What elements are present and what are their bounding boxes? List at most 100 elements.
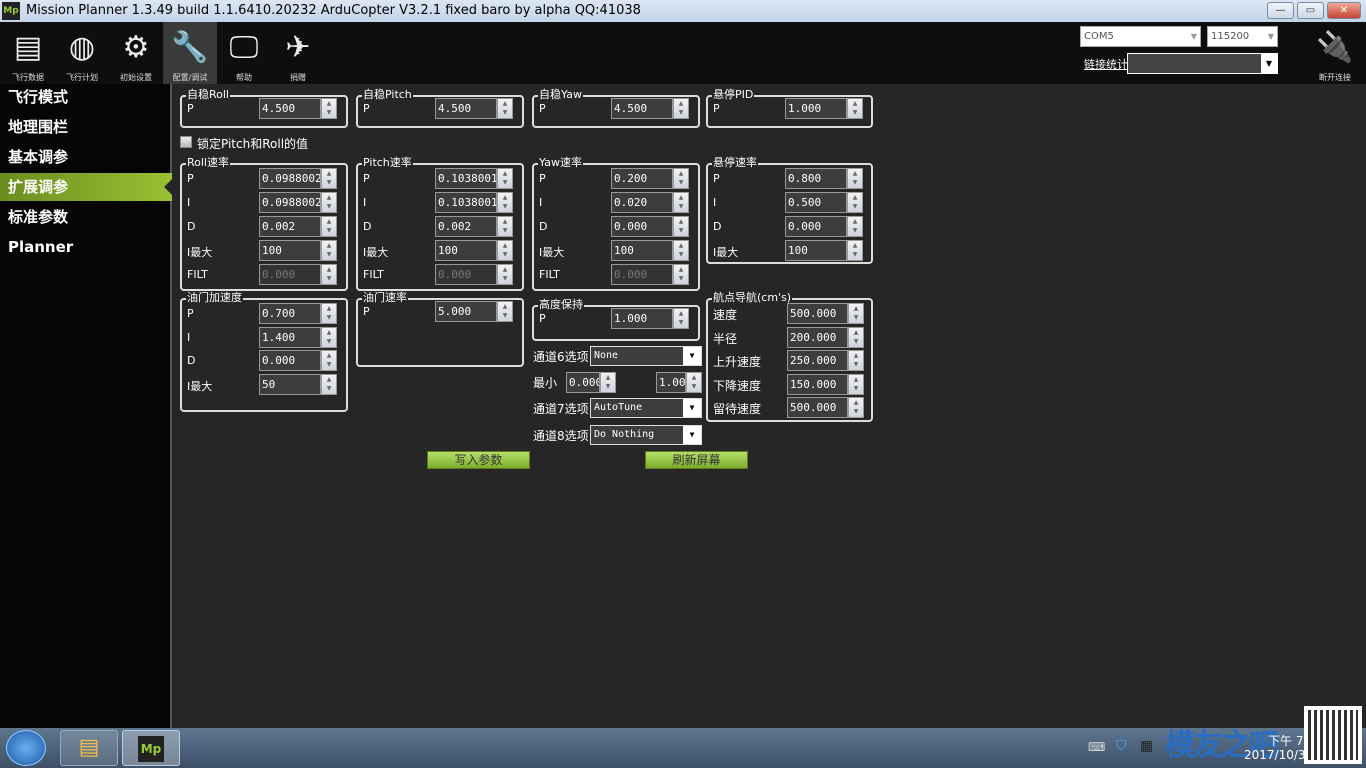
param-spinner[interactable]: ▲ ▼ bbox=[321, 350, 337, 371]
sidebar-item-4[interactable]: 标准参数 bbox=[0, 203, 172, 231]
param-input[interactable]: 0.09880023 bbox=[259, 192, 321, 213]
param-input[interactable]: 1.400 bbox=[259, 326, 321, 348]
ch6-min-input[interactable]: 0.000 bbox=[566, 372, 600, 393]
param-input[interactable]: 0.000 bbox=[785, 216, 847, 237]
param-spinner[interactable]: ▲ ▼ bbox=[848, 373, 864, 395]
param-input[interactable]: 0.800 bbox=[785, 168, 847, 189]
toolbar-flight-plan-button[interactable]: ◍ 飞行计划 bbox=[55, 22, 109, 84]
param-spinner[interactable]: ▲ ▼ bbox=[497, 192, 513, 213]
param-spinner[interactable]: ▲ ▼ bbox=[847, 240, 863, 261]
start-button[interactable] bbox=[6, 730, 46, 766]
param-input[interactable]: 0.000 bbox=[611, 264, 673, 285]
param-input[interactable]: 0.1038001 bbox=[435, 192, 497, 213]
param-input[interactable]: 0.002 bbox=[435, 216, 497, 237]
explorer-taskbar-button[interactable]: ▤ bbox=[60, 730, 118, 766]
param-input[interactable]: 0.000 bbox=[611, 216, 673, 237]
param-input[interactable]: 500.000 bbox=[787, 397, 848, 418]
ch6-max-spinner[interactable]: ▲ ▼ bbox=[686, 372, 702, 393]
ch7-select[interactable]: AutoTune ▼ bbox=[590, 398, 702, 418]
param-input[interactable]: 0.09880023 bbox=[259, 168, 321, 189]
param-spinner[interactable]: ▲ ▼ bbox=[321, 303, 337, 324]
param-input[interactable]: 200.000 bbox=[787, 326, 848, 348]
ch6-max-input[interactable]: 1.000 bbox=[656, 372, 686, 393]
toolbar-flight-data-button[interactable]: ▤ 飞行数据 bbox=[1, 22, 55, 84]
param-spinner[interactable]: ▲ ▼ bbox=[847, 192, 863, 213]
sidebar-item-0[interactable]: 飞行模式 bbox=[0, 83, 172, 111]
param-input[interactable]: 150.000 bbox=[787, 373, 848, 395]
toolbar-initial-setup-button[interactable]: ⚙ 初始设置 bbox=[109, 22, 163, 84]
link-stats-select[interactable]: ▼ bbox=[1127, 53, 1278, 74]
param-spinner[interactable]: ▲ ▼ bbox=[673, 192, 689, 213]
param-spinner[interactable]: ▲ ▼ bbox=[848, 303, 864, 324]
toolbar-donate-button[interactable]: ✈ 捐赠 bbox=[271, 22, 325, 84]
param-input[interactable]: 1.000 bbox=[611, 308, 673, 329]
link-stats-link[interactable]: 链接统计 bbox=[1084, 56, 1128, 72]
param-input[interactable]: 0.002 bbox=[259, 216, 321, 237]
toolbar-help-button[interactable]: 🖵 帮助 bbox=[217, 22, 271, 84]
ch8-select[interactable]: Do Nothing ▼ bbox=[590, 425, 702, 445]
param-input[interactable]: 0.700 bbox=[259, 303, 321, 324]
toolbar-config-tuning-button[interactable]: 🔧 配置/调试 bbox=[163, 22, 217, 84]
param-input[interactable]: 1.000 bbox=[785, 98, 847, 119]
param-input[interactable]: 4.500 bbox=[435, 98, 497, 119]
param-spinner[interactable]: ▲ ▼ bbox=[673, 240, 689, 261]
port-select[interactable]: COM5 ▼ bbox=[1080, 26, 1201, 47]
param-spinner[interactable]: ▲ ▼ bbox=[673, 216, 689, 237]
param-spinner[interactable]: ▲ ▼ bbox=[497, 264, 513, 285]
param-input[interactable]: 100 bbox=[611, 240, 673, 261]
sidebar-item-1[interactable]: 地理围栏 bbox=[0, 113, 172, 141]
param-spinner[interactable]: ▲ ▼ bbox=[673, 264, 689, 285]
param-spinner[interactable]: ▲ ▼ bbox=[847, 98, 863, 119]
ch6-select[interactable]: None ▼ bbox=[590, 346, 702, 366]
param-spinner[interactable]: ▲ ▼ bbox=[321, 240, 337, 261]
param-input[interactable]: 0.000 bbox=[259, 264, 321, 285]
param-input[interactable]: 0.200 bbox=[611, 168, 673, 189]
param-spinner[interactable]: ▲ ▼ bbox=[497, 240, 513, 261]
disconnect-button[interactable]: 🔌 断开连接 bbox=[1308, 22, 1362, 84]
param-spinner[interactable]: ▲ ▼ bbox=[321, 373, 337, 395]
param-spinner[interactable]: ▲ ▼ bbox=[321, 216, 337, 237]
baud-select[interactable]: 115200 ▼ bbox=[1207, 26, 1278, 47]
param-input[interactable]: 100 bbox=[435, 240, 497, 261]
param-input[interactable]: 0.1038001 bbox=[435, 168, 497, 189]
param-input[interactable]: 0.500 bbox=[785, 192, 847, 213]
param-spinner[interactable]: ▲ ▼ bbox=[673, 308, 689, 329]
mission-planner-taskbar-button[interactable]: Mp bbox=[122, 730, 180, 766]
param-spinner[interactable]: ▲ ▼ bbox=[321, 326, 337, 348]
param-input[interactable]: 50 bbox=[259, 373, 321, 395]
param-input[interactable]: 0.000 bbox=[259, 350, 321, 371]
param-spinner[interactable]: ▲ ▼ bbox=[497, 98, 513, 119]
param-spinner[interactable]: ▲ ▼ bbox=[321, 98, 337, 119]
close-button[interactable]: ✕ bbox=[1327, 2, 1361, 19]
param-spinner[interactable]: ▲ ▼ bbox=[848, 397, 864, 418]
param-input[interactable]: 250.000 bbox=[787, 350, 848, 371]
param-input[interactable]: 0.020 bbox=[611, 192, 673, 213]
param-input[interactable]: 4.500 bbox=[611, 98, 673, 119]
maximize-button[interactable]: ▭ bbox=[1297, 2, 1324, 19]
param-input[interactable]: 100 bbox=[259, 240, 321, 261]
param-spinner[interactable]: ▲ ▼ bbox=[848, 326, 864, 348]
param-spinner[interactable]: ▲ ▼ bbox=[847, 216, 863, 237]
sidebar-item-3[interactable]: 扩展调参 bbox=[0, 173, 172, 201]
param-input[interactable]: 5.000 bbox=[435, 301, 497, 322]
param-spinner[interactable]: ▲ ▼ bbox=[673, 98, 689, 119]
param-input[interactable]: 4.500 bbox=[259, 98, 321, 119]
write-params-button[interactable]: 写入参数 bbox=[427, 451, 530, 469]
param-input[interactable]: 0.000 bbox=[435, 264, 497, 285]
param-spinner[interactable]: ▲ ▼ bbox=[497, 168, 513, 189]
param-spinner[interactable]: ▲ ▼ bbox=[847, 168, 863, 189]
param-spinner[interactable]: ▲ ▼ bbox=[673, 168, 689, 189]
minimize-button[interactable]: — bbox=[1267, 2, 1294, 19]
param-input[interactable]: 100 bbox=[785, 240, 847, 261]
param-spinner[interactable]: ▲ ▼ bbox=[321, 192, 337, 213]
sidebar-item-5[interactable]: Planner bbox=[0, 233, 172, 261]
ch6-min-spinner[interactable]: ▲ ▼ bbox=[600, 372, 616, 393]
param-spinner[interactable]: ▲ ▼ bbox=[848, 350, 864, 371]
param-spinner[interactable]: ▲ ▼ bbox=[321, 264, 337, 285]
lock-pitch-roll-checkbox[interactable] bbox=[180, 136, 192, 148]
param-spinner[interactable]: ▲ ▼ bbox=[497, 216, 513, 237]
sidebar-item-2[interactable]: 基本调参 bbox=[0, 143, 172, 171]
param-input[interactable]: 500.000 bbox=[787, 303, 848, 324]
param-spinner[interactable]: ▲ ▼ bbox=[321, 168, 337, 189]
refresh-screen-button[interactable]: 刷新屏幕 bbox=[645, 451, 748, 469]
